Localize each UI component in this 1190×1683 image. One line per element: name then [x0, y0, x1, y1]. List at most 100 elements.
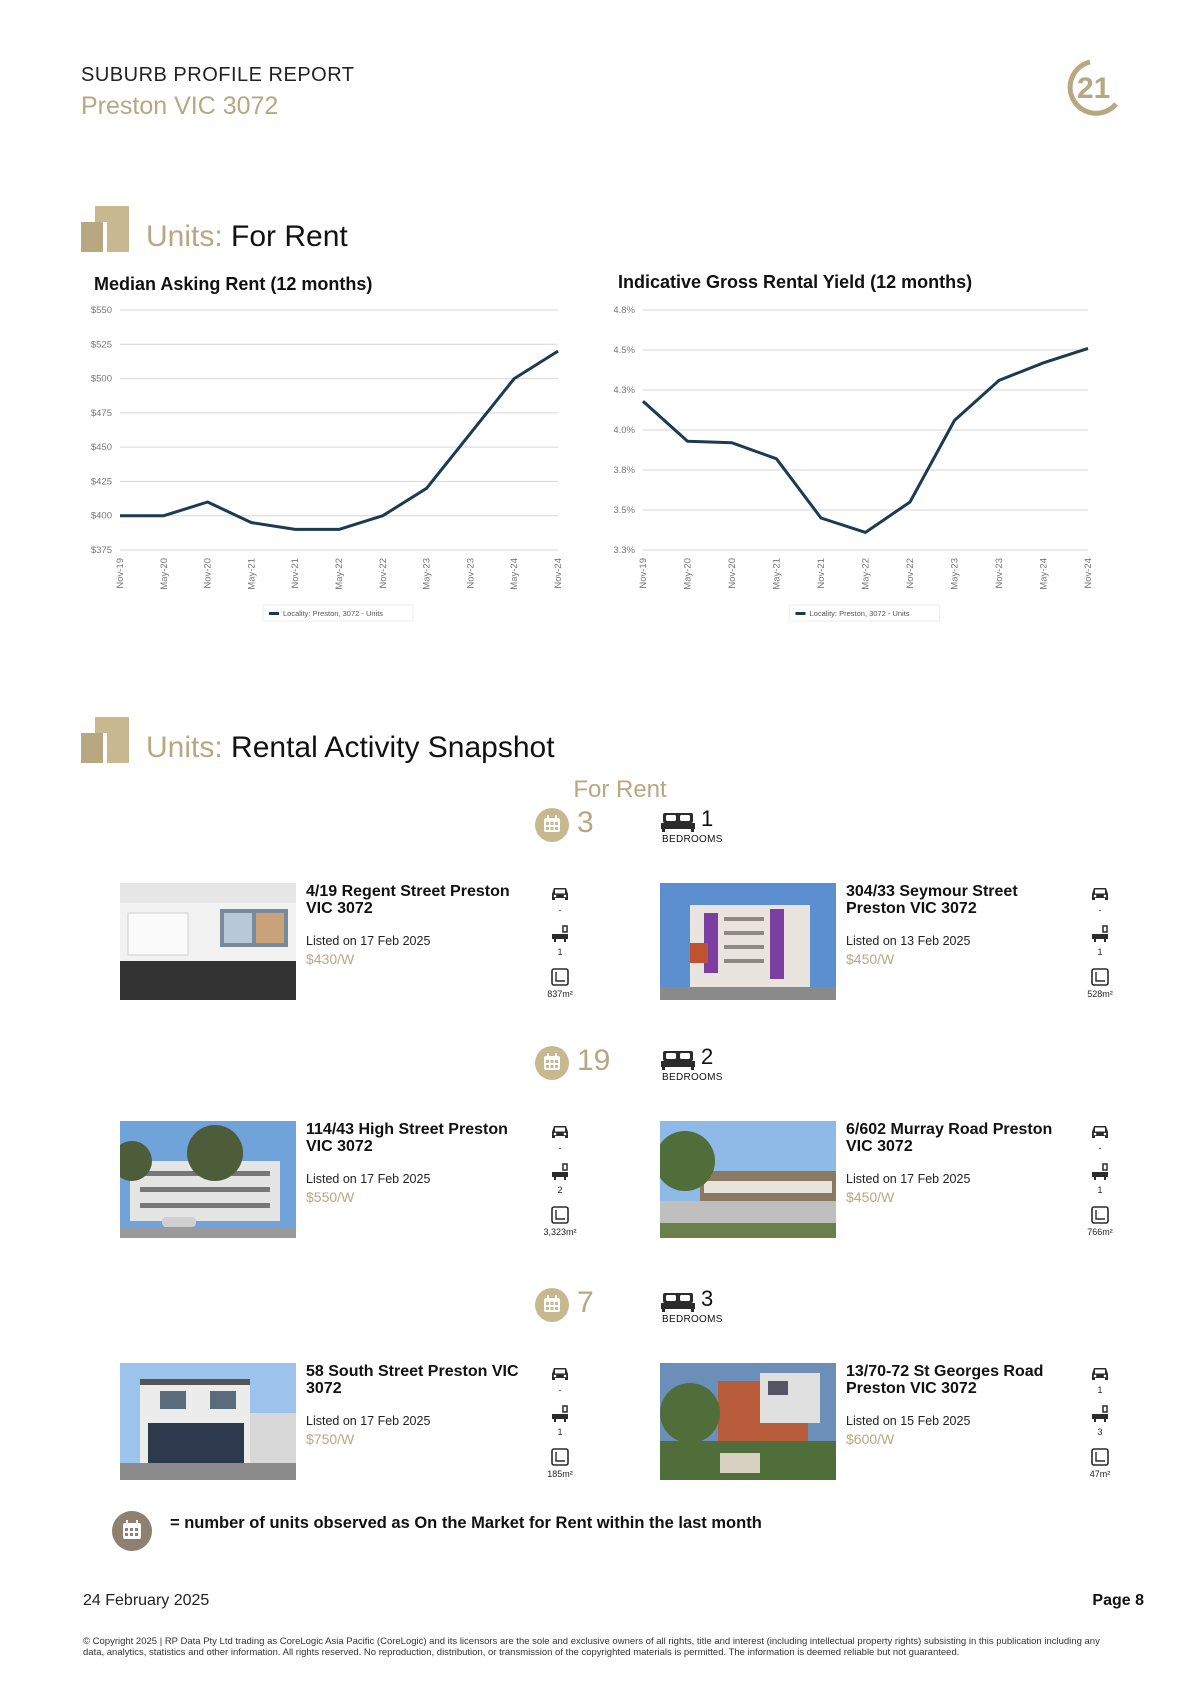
property-photo[interactable]: [120, 883, 296, 1000]
land-area: 837m²: [540, 967, 580, 999]
x-tick-label: Nov-22: [905, 558, 916, 589]
x-tick-label: May-22: [861, 558, 872, 590]
listing-card[interactable]: 114/43 High Street Preston VIC 3072 Liste…: [120, 1121, 590, 1241]
units-count: 3: [577, 806, 594, 839]
bath-icon: [1080, 1405, 1120, 1427]
bath-count: 2: [557, 1185, 563, 1195]
bath-icon: [540, 1405, 580, 1427]
property-address[interactable]: 58 South Street Preston VIC 3072: [306, 1363, 528, 1397]
listed-date: Listed on 17 Feb 2025: [306, 1414, 431, 1428]
car-icon: [1080, 885, 1120, 905]
rent-price: $450/W: [846, 1189, 895, 1205]
bath-icon: [1080, 1163, 1120, 1185]
property-address[interactable]: 304/33 Seymour Street Preston VIC 3072: [846, 883, 1068, 917]
car-icon: [1080, 1365, 1120, 1385]
land-area: 766m²: [1080, 1205, 1120, 1237]
x-tick-label: Nov-20: [727, 558, 738, 589]
rental-yield-chart: 4.8% 4.5% 4.3% 4.0% 3.8% 3.5% 3.3%Nov-19 May-20…: [613, 305, 1094, 622]
car-count: -: [1098, 905, 1102, 915]
y-tick-label: $375: [91, 545, 112, 556]
x-tick-label: May-23: [950, 558, 961, 590]
car-count: 1: [1097, 1385, 1103, 1395]
property-photo[interactable]: [120, 1121, 296, 1238]
copyright-notice: © Copyright 2025 | RP Data Pty Ltd tradi…: [83, 1636, 1100, 1658]
bathrooms: 1: [1080, 925, 1120, 957]
x-tick-label: Nov-24: [1083, 558, 1094, 589]
land-area: 185m²: [540, 1447, 580, 1479]
property-address[interactable]: 6/602 Murray Road Preston VIC 3072: [846, 1121, 1068, 1155]
listing-card[interactable]: 4/19 Regent Street Preston VIC 3072 Liste…: [120, 883, 590, 1003]
bedroom-count: 2: [701, 1044, 714, 1069]
section-heading-snapshot: Units: Rental Activity Snapshot: [146, 731, 555, 765]
bath-icon: [540, 1163, 580, 1185]
section-icon: [81, 206, 129, 252]
bedrooms-label: BEDROOMS: [662, 1314, 723, 1325]
bathrooms: 1: [540, 925, 580, 957]
area-value: 3,323m²: [543, 1227, 577, 1237]
listed-date: Listed on 17 Feb 2025: [846, 1172, 971, 1186]
property-photo[interactable]: [660, 1121, 836, 1238]
x-tick-label: May-24: [509, 558, 520, 590]
property-photo[interactable]: [120, 1363, 296, 1480]
y-tick-label: 4.0%: [613, 425, 635, 436]
y-tick-label: 4.3%: [613, 385, 635, 396]
car-icon: [540, 1123, 580, 1143]
units-count: 19: [577, 1044, 611, 1077]
x-tick-label: May-24: [1039, 558, 1050, 590]
median-rent-chart: $550 $525 $500 $475 $450 $425 $400 $375Nov-19 Ma…: [91, 305, 564, 622]
x-tick-label: Nov-24: [553, 558, 564, 589]
property-address[interactable]: 4/19 Regent Street Preston VIC 3072: [306, 883, 528, 917]
x-tick-label: May-21: [772, 558, 783, 590]
bath-count: 1: [1097, 1185, 1103, 1195]
car-count: -: [558, 905, 562, 915]
area-value: 47m²: [1089, 1469, 1111, 1479]
property-photo[interactable]: [660, 883, 836, 1000]
bath-icon: [540, 925, 580, 947]
listing-card[interactable]: 13/70-72 St Georges Road Preston VIC 307…: [660, 1363, 1130, 1483]
y-tick-label: $500: [91, 374, 112, 385]
area-icon: [1080, 967, 1120, 989]
property-photo[interactable]: [660, 1363, 836, 1480]
y-tick-label: 3.5%: [613, 505, 635, 516]
area-icon: [1080, 1205, 1120, 1227]
section-title: Rental Activity Snapshot: [231, 731, 555, 764]
bathrooms: 1: [1080, 1163, 1120, 1195]
y-tick-label: $550: [91, 305, 112, 316]
y-tick-label: 4.8%: [613, 305, 635, 316]
bath-icon: [1080, 925, 1120, 947]
x-tick-label: May-20: [159, 558, 170, 590]
area-icon: [1080, 1447, 1120, 1469]
bedrooms-label: BEDROOMS: [662, 1072, 723, 1083]
property-address[interactable]: 114/43 High Street Preston VIC 3072: [306, 1121, 528, 1155]
section-heading-rent: Units: For Rent: [146, 220, 348, 254]
car-spaces: -: [1080, 1123, 1120, 1153]
x-tick-label: May-21: [246, 558, 257, 590]
listing-card[interactable]: 6/602 Murray Road Preston VIC 3072 Listed…: [660, 1121, 1130, 1241]
x-tick-label: Nov-20: [203, 558, 214, 589]
land-area: 3,323m²: [540, 1205, 580, 1237]
y-tick-label: $525: [91, 339, 112, 350]
for-rent-label: For Rent: [573, 776, 667, 803]
legend-note: = number of units observed as On the Mar…: [170, 1514, 762, 1532]
listed-date: Listed on 15 Feb 2025: [846, 1414, 971, 1428]
car-count: -: [1098, 1143, 1102, 1153]
report-title: SUBURB PROFILE REPORT: [81, 64, 355, 86]
bedrooms-label: BEDROOMS: [662, 834, 723, 845]
bathrooms: 3: [1080, 1405, 1120, 1437]
listed-date: Listed on 13 Feb 2025: [846, 934, 971, 948]
x-tick-label: May-22: [334, 558, 345, 590]
property-address[interactable]: 13/70-72 St Georges Road Preston VIC 307…: [846, 1363, 1068, 1397]
footer-date: 24 February 2025: [83, 1592, 210, 1609]
series-line: [120, 349, 559, 531]
listing-card[interactable]: 304/33 Seymour Street Preston VIC 3072 Li…: [660, 883, 1130, 1003]
listing-card[interactable]: 58 South Street Preston VIC 3072 Listed o…: [120, 1363, 590, 1483]
area-value: 528m²: [1087, 989, 1113, 999]
y-tick-label: 3.3%: [613, 545, 635, 556]
x-tick-label: May-23: [422, 558, 433, 590]
car-spaces: -: [540, 1123, 580, 1153]
car-icon: [540, 885, 580, 905]
bath-count: 3: [1097, 1427, 1103, 1437]
y-tick-label: $450: [91, 442, 112, 453]
x-tick-label: Nov-23: [994, 558, 1005, 589]
calendar-icon: [535, 1288, 569, 1322]
